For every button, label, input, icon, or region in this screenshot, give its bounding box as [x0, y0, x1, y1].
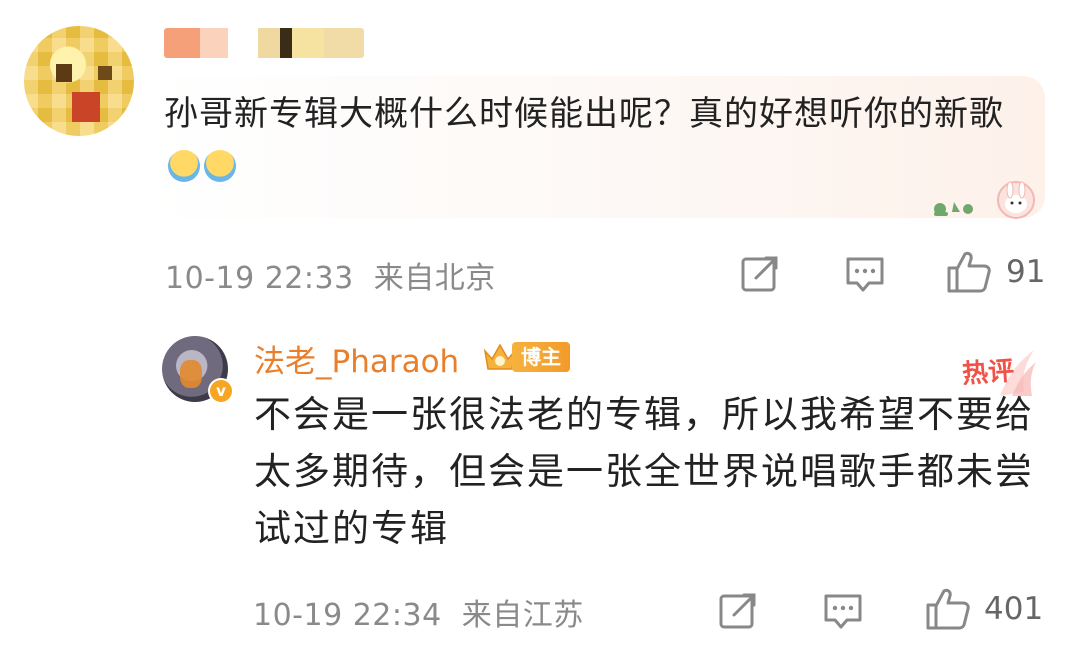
hot-comment-label: 热评: [961, 356, 1016, 390]
reply-comment-icon[interactable]: [823, 592, 863, 632]
avatar-pixel: [98, 66, 112, 80]
comment-location: 来自北京: [373, 261, 496, 296]
share-icon[interactable]: [718, 591, 758, 631]
comment-timestamp: 10-19 22:33: [165, 261, 354, 296]
reply-text: 不会是一张很法老的专辑，所以我希望不要给太多期待，但会是一张全世界说唱歌手都未尝…: [254, 393, 1034, 550]
bubble-decoration-sticker-icon: [934, 181, 1035, 219]
reply-timestamp: 10-19 22:34: [253, 598, 442, 633]
like-count: 401: [984, 591, 1044, 627]
avatar-image-detail: [180, 360, 202, 388]
comment-text: 孙哥新专辑大概什么时候能出呢？真的好想听你的新歌: [164, 88, 1004, 194]
comment-meta: 10-19 22:33 来自北京: [165, 253, 496, 297]
reply-location: 来自江苏: [461, 598, 584, 633]
avatar-pixel: [56, 64, 72, 82]
like-thumb-icon[interactable]: [946, 250, 992, 294]
like-thumb-icon[interactable]: [925, 587, 971, 631]
verified-badge-icon: v: [208, 378, 234, 404]
comment-text-content: 孙哥新专辑大概什么时候能出呢？真的好想听你的新歌: [164, 94, 1004, 134]
share-icon[interactable]: [740, 254, 780, 294]
reply-meta: 10-19 22:34 来自江苏: [253, 590, 584, 634]
blogger-badge: 博主: [512, 342, 570, 372]
replier-username[interactable]: 法老_Pharaoh: [254, 336, 459, 381]
raising-hand-emoji-icon: [168, 150, 200, 182]
commenter-name-blurred[interactable]: [164, 28, 364, 58]
like-count: 91: [1006, 254, 1046, 290]
reply-comment-icon[interactable]: [845, 255, 885, 295]
commenter-avatar[interactable]: [24, 26, 134, 136]
avatar-pixel: [72, 92, 100, 122]
raising-hand-emoji-icon: [204, 150, 236, 182]
